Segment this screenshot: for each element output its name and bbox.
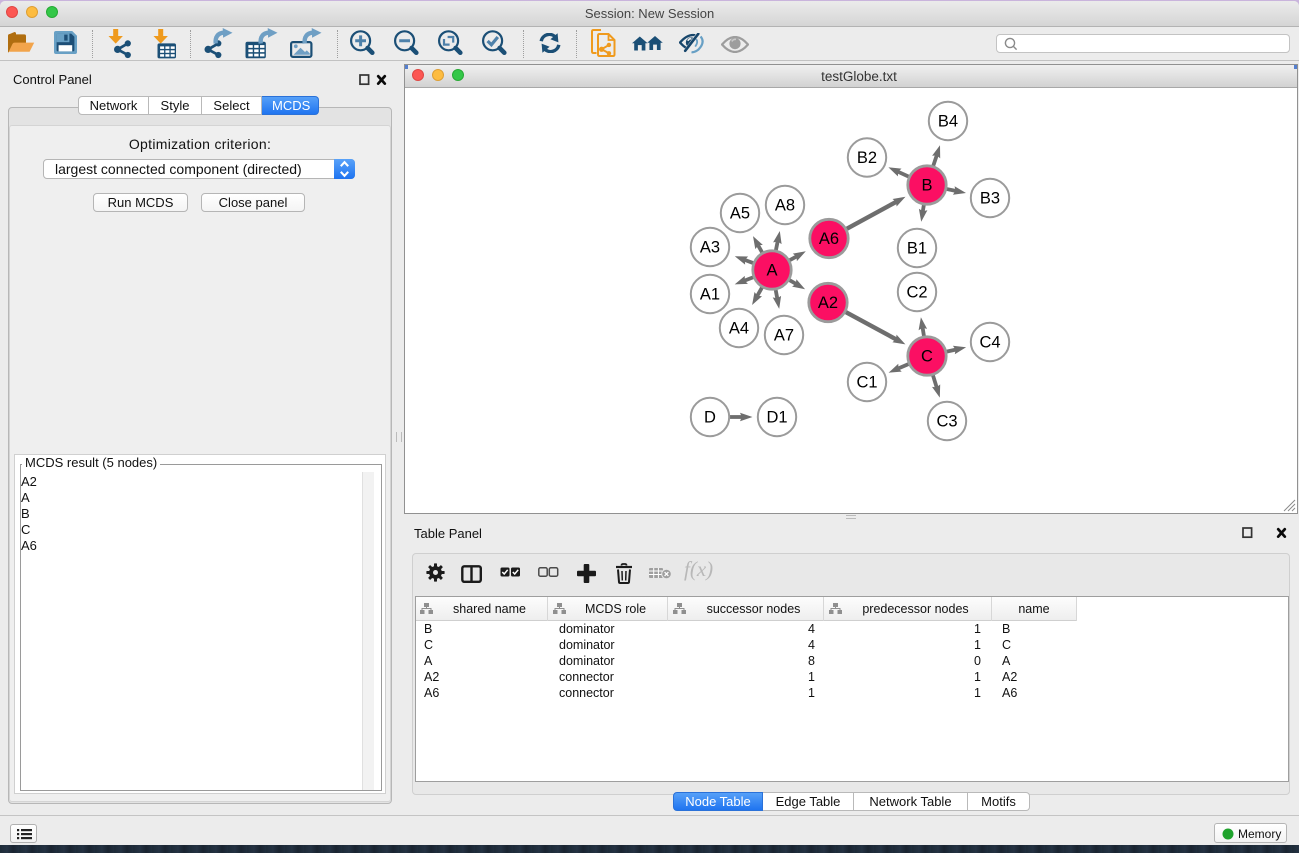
svg-text:B2: B2	[857, 149, 877, 167]
svg-text:C3: C3	[936, 413, 957, 431]
svg-text:D1: D1	[766, 409, 787, 427]
svg-text:B4: B4	[938, 113, 958, 131]
svg-text:B3: B3	[980, 190, 1000, 208]
svg-text:C: C	[921, 348, 933, 366]
svg-text:B1: B1	[907, 240, 927, 258]
svg-text:A1: A1	[700, 286, 720, 304]
svg-text:C2: C2	[906, 284, 927, 302]
svg-text:B: B	[921, 177, 932, 195]
svg-text:C4: C4	[979, 334, 1000, 352]
svg-text:D: D	[704, 409, 716, 427]
svg-text:C1: C1	[856, 374, 877, 392]
svg-text:A5: A5	[730, 205, 750, 223]
svg-text:A8: A8	[775, 197, 795, 215]
svg-text:A6: A6	[819, 230, 839, 248]
svg-text:A3: A3	[700, 239, 720, 257]
svg-text:A7: A7	[774, 327, 794, 345]
svg-text:A: A	[766, 262, 777, 280]
svg-text:A2: A2	[818, 294, 838, 312]
svg-text:A4: A4	[729, 320, 749, 338]
